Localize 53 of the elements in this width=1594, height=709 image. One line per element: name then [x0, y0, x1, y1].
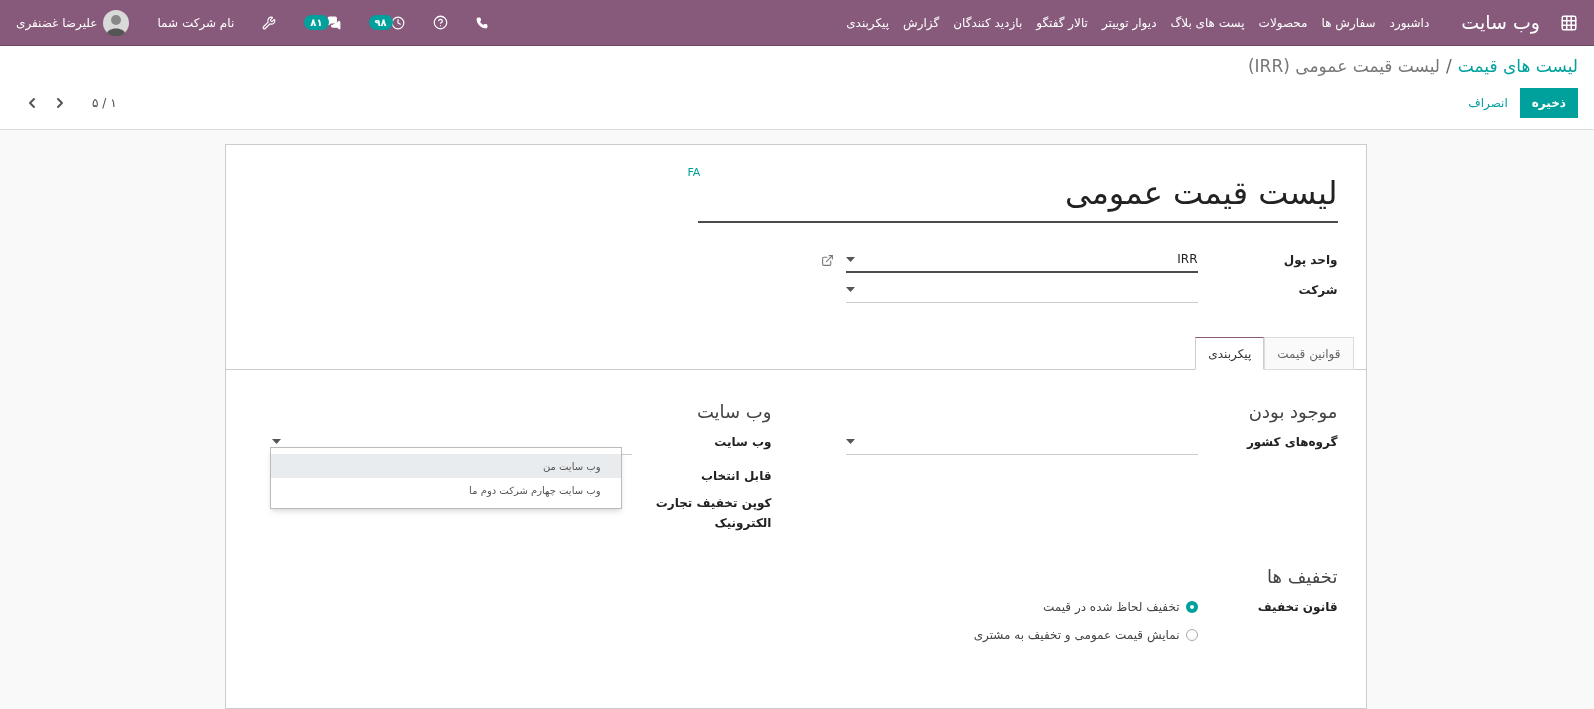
- field-label: کوپن تخفیف تجارت الکترونیک: [654, 495, 772, 533]
- menu-item[interactable]: محصولات: [1258, 13, 1308, 32]
- menu-item[interactable]: بازدید کنندگان: [953, 13, 1023, 32]
- caret-icon: [845, 287, 855, 292]
- activity-badge: ۹۸: [368, 15, 393, 30]
- company-switcher[interactable]: نام شرکت شما: [157, 13, 235, 32]
- menu-item[interactable]: تالار گفتگو: [1036, 13, 1088, 32]
- record-title[interactable]: لیست قیمت عمومی: [700, 169, 1338, 221]
- help-icon[interactable]: [432, 15, 448, 30]
- pager-value: ۱ / ۵: [92, 94, 117, 112]
- tools-icon[interactable]: [262, 15, 277, 30]
- radio-button[interactable]: [1185, 629, 1198, 641]
- menu-item[interactable]: پیکربندی: [846, 13, 890, 32]
- caret-icon: [845, 439, 855, 444]
- form-tab[interactable]: قوانین قیمت: [1264, 337, 1354, 370]
- user-name[interactable]: علیرضا غضنفری: [16, 13, 98, 32]
- radio-label[interactable]: تخفیف لحاظ شده در قیمت: [1043, 598, 1180, 616]
- field-label: شرکت: [1297, 282, 1338, 299]
- language-tag[interactable]: FA: [687, 165, 701, 182]
- external-link-icon[interactable]: [820, 253, 834, 267]
- section-heading: وب سایت: [695, 400, 772, 425]
- menu-item[interactable]: گزارش: [903, 13, 940, 32]
- field-label: واحد پول: [1282, 252, 1338, 269]
- breadcrumb-separator: /: [1446, 55, 1452, 78]
- apps-menu-icon[interactable]: [1560, 13, 1578, 32]
- caret-icon: [845, 256, 855, 262]
- field-label: وب سایت: [713, 434, 772, 451]
- field-label: قانون تخفیف: [1256, 599, 1338, 616]
- app-title[interactable]: وب سایت: [1461, 8, 1540, 37]
- section-heading: تخفیف ها: [1266, 565, 1338, 589]
- dropdown-option[interactable]: وب سایت من: [270, 454, 621, 478]
- field-label: گروه‌های کشور: [1245, 434, 1338, 451]
- menu-item[interactable]: سفارش ها: [1321, 13, 1376, 32]
- breadcrumb-link[interactable]: لیست های قیمت: [1457, 54, 1578, 80]
- select-field[interactable]: IRR: [845, 247, 1198, 273]
- dropdown-option[interactable]: وب سایت چهارم شرکت دوم ما: [270, 478, 621, 502]
- caret-icon: [271, 439, 281, 444]
- save-button[interactable]: ذخیره: [1519, 87, 1578, 118]
- menu-item[interactable]: داشبورد: [1389, 13, 1430, 32]
- avatar[interactable]: [103, 9, 130, 36]
- phone-icon[interactable]: [475, 16, 488, 29]
- section-heading: موجود بودن: [1247, 400, 1338, 425]
- radio-button[interactable]: [1185, 601, 1198, 613]
- menu-item[interactable]: پست های بلاگ: [1170, 13, 1245, 32]
- breadcrumb-current: لیست قیمت عمومی (IRR): [1247, 55, 1441, 78]
- menu-item[interactable]: دیوار توییتر: [1101, 13, 1157, 32]
- clock-icon[interactable]: [390, 15, 405, 30]
- form-tab[interactable]: پیکربندی: [1195, 337, 1265, 370]
- message-badge: ۸۱: [304, 15, 329, 30]
- discard-button[interactable]: انصراف: [1456, 87, 1520, 118]
- radio-label[interactable]: نمایش قیمت عمومی و تخفیف به مشتری: [973, 626, 1180, 644]
- chat-icon[interactable]: [326, 15, 341, 30]
- field-label: قابل انتخاب: [700, 468, 772, 485]
